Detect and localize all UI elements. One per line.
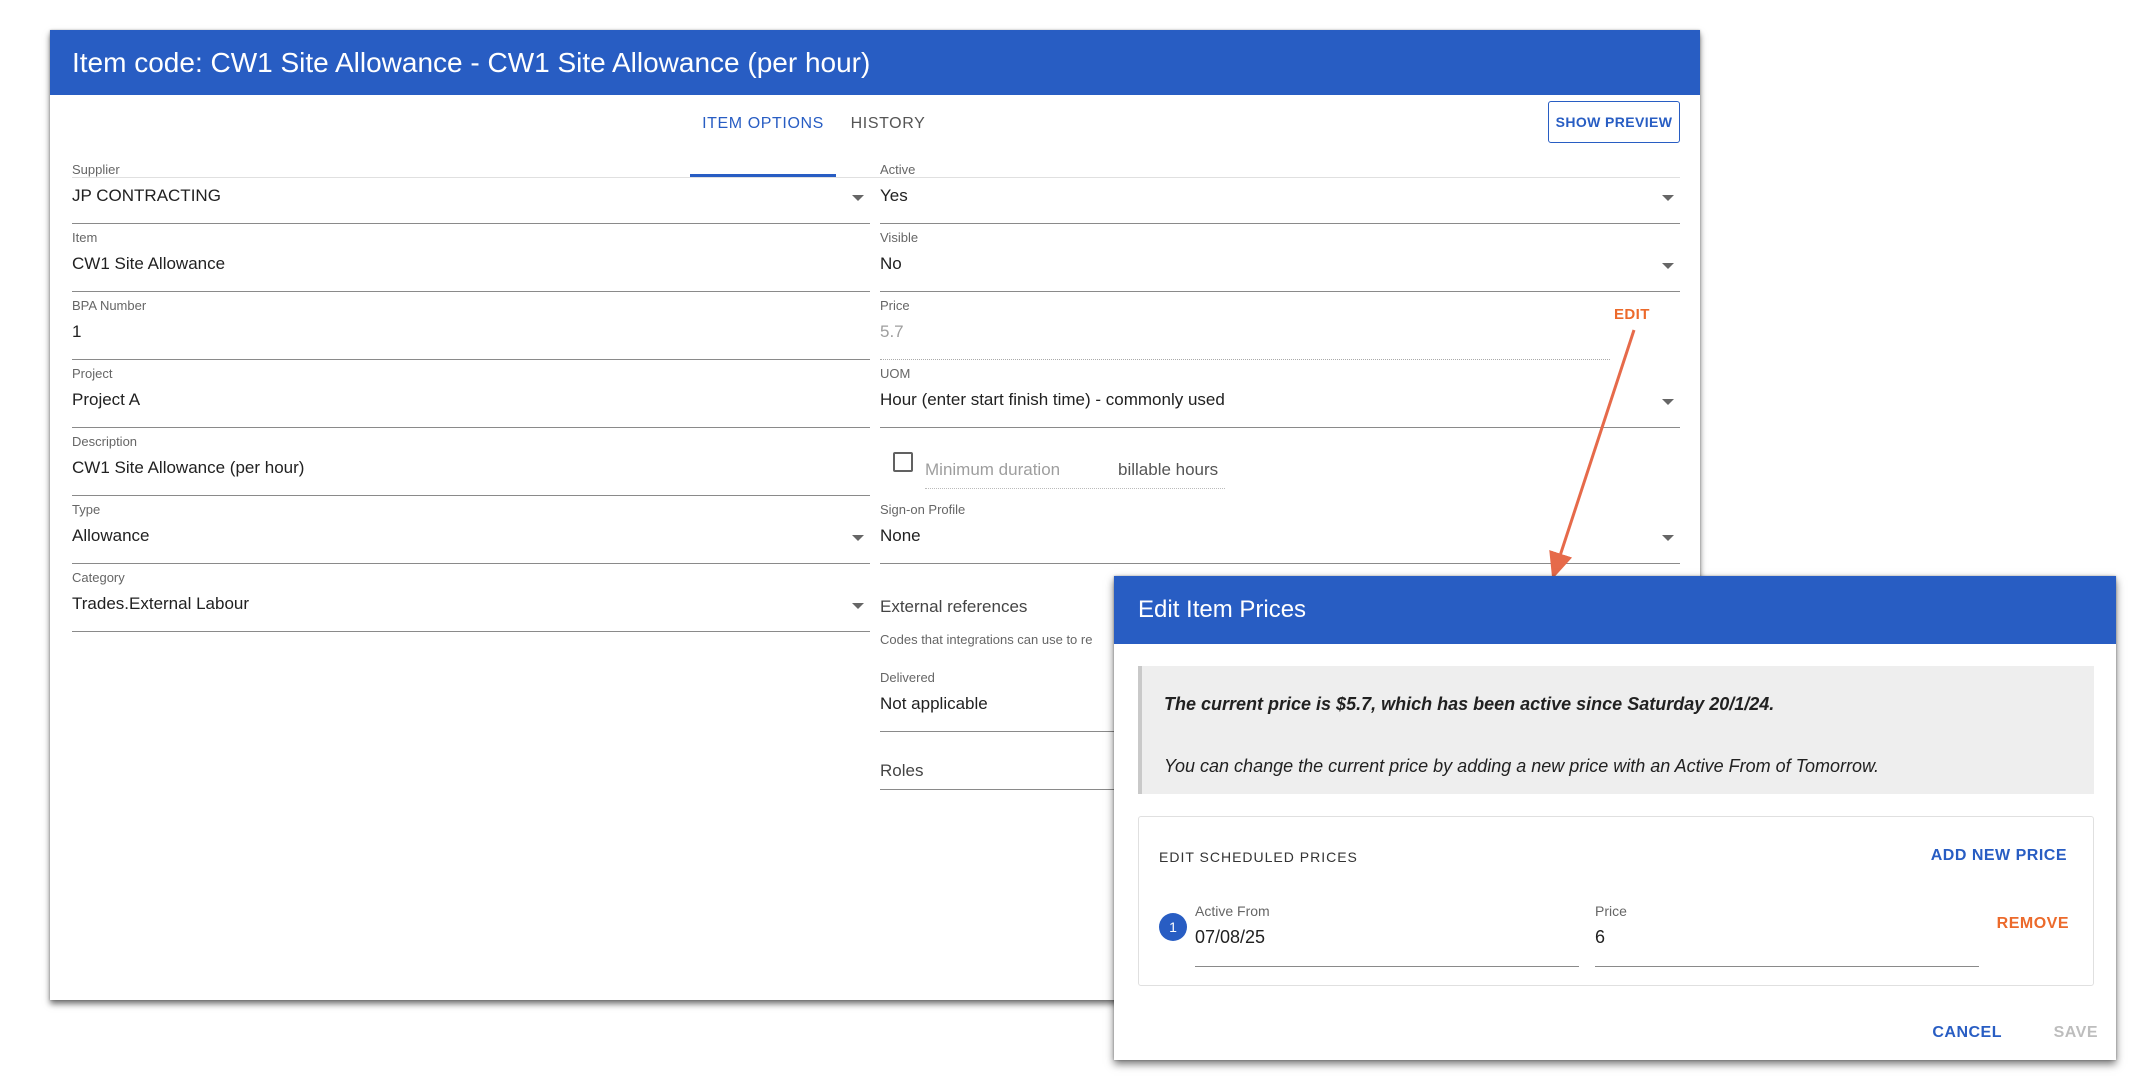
visible-value: No: [880, 254, 902, 273]
sign-on-profile-value: None: [880, 526, 921, 545]
item-value: CW1 Site Allowance: [72, 254, 226, 273]
bpa-number-field[interactable]: BPA Number 1: [72, 298, 870, 360]
uom-label: UOM: [880, 366, 911, 381]
roles-field[interactable]: Roles: [880, 761, 923, 781]
active-from-field[interactable]: Active From 07/08/25: [1195, 903, 1579, 967]
project-label: Project: [72, 366, 113, 381]
external-references-help: Codes that integrations can use to re: [880, 632, 1093, 647]
active-from-value: 07/08/25: [1195, 927, 1266, 947]
chevron-down-icon: [1662, 195, 1674, 201]
chevron-down-icon: [852, 535, 864, 541]
bpa-number-label: BPA Number: [72, 298, 147, 313]
uom-select[interactable]: UOM Hour (enter start finish time) - com…: [880, 366, 1680, 428]
edit-price-link[interactable]: EDIT: [1614, 306, 1650, 323]
category-value: Trades.External Labour: [72, 594, 250, 613]
billable-hours-label: billable hours: [1118, 460, 1219, 479]
add-new-price-button[interactable]: ADD NEW PRICE: [1931, 847, 2067, 865]
price-value: 5.7: [880, 322, 904, 341]
scheduled-prices-title: EDIT SCHEDULED PRICES: [1159, 849, 1358, 865]
minimum-duration-input[interactable]: Minimum duration: [925, 460, 1060, 480]
current-price-notice: The current price is $5.7, which has bee…: [1138, 666, 2094, 794]
price-label: Price: [880, 298, 910, 313]
uom-value: Hour (enter start finish time) - commonl…: [880, 390, 1225, 409]
minimum-duration-checkbox[interactable]: [893, 452, 913, 472]
type-value: Allowance: [72, 526, 150, 545]
scheduled-price-label: Price: [1595, 903, 1627, 919]
chevron-down-icon: [852, 603, 864, 609]
description-field[interactable]: Description CW1 Site Allowance (per hour…: [72, 434, 870, 496]
supplier-value: JP CONTRACTING: [72, 186, 221, 205]
sign-on-profile-label: Sign-on Profile: [880, 502, 966, 517]
category-select[interactable]: Category Trades.External Labour: [72, 570, 870, 632]
current-price-text: The current price is $5.7, which has bee…: [1164, 694, 1775, 714]
description-label: Description: [72, 434, 138, 449]
cancel-button[interactable]: CANCEL: [1932, 1024, 2002, 1042]
external-references-title: External references: [880, 597, 1028, 616]
category-label: Category: [72, 570, 125, 585]
visible-select[interactable]: Visible No: [880, 230, 1680, 292]
active-select[interactable]: Active Yes: [880, 162, 1680, 224]
sign-on-profile-select[interactable]: Sign-on Profile None: [880, 502, 1680, 564]
scheduled-prices-panel: EDIT SCHEDULED PRICES ADD NEW PRICE 1 Ac…: [1138, 816, 2094, 986]
active-from-label: Active From: [1195, 903, 1270, 919]
scheduled-price-value: 6: [1595, 927, 1606, 947]
chevron-down-icon: [1662, 399, 1674, 405]
item-label: Item: [72, 230, 98, 245]
supplier-label: Supplier: [72, 162, 120, 177]
item-field[interactable]: Item CW1 Site Allowance: [72, 230, 870, 292]
price-field: Price 5.7: [880, 298, 1610, 360]
supplier-select[interactable]: Supplier JP CONTRACTING: [72, 162, 870, 224]
show-preview-button[interactable]: SHOW PREVIEW: [1548, 101, 1680, 143]
scheduled-price-field[interactable]: Price 6: [1595, 903, 1979, 967]
type-label: Type: [72, 502, 101, 517]
item-title: Item code: CW1 Site Allowance - CW1 Site…: [50, 30, 1700, 95]
project-value: Project A: [72, 390, 141, 409]
dialog-title: Edit Item Prices: [1114, 576, 2116, 644]
active-value: Yes: [880, 186, 908, 205]
description-value: CW1 Site Allowance (per hour): [72, 458, 305, 477]
project-field[interactable]: Project Project A: [72, 366, 870, 428]
chevron-down-icon: [1662, 535, 1674, 541]
save-button[interactable]: SAVE: [2054, 1024, 2098, 1042]
active-label: Active: [880, 162, 916, 177]
remove-price-button[interactable]: REMOVE: [1997, 915, 2069, 933]
row-index-badge: 1: [1159, 913, 1187, 941]
type-select[interactable]: Type Allowance: [72, 502, 870, 564]
change-price-hint: You can change the current price by addi…: [1164, 756, 1880, 776]
delivered-value: Not applicable: [880, 694, 988, 713]
bpa-number-value: 1: [72, 322, 82, 341]
visible-label: Visible: [880, 230, 919, 245]
delivered-label: Delivered: [880, 670, 935, 685]
chevron-down-icon: [852, 195, 864, 201]
chevron-down-icon: [1662, 263, 1674, 269]
edit-item-prices-dialog: Edit Item Prices The current price is $5…: [1114, 576, 2116, 1060]
